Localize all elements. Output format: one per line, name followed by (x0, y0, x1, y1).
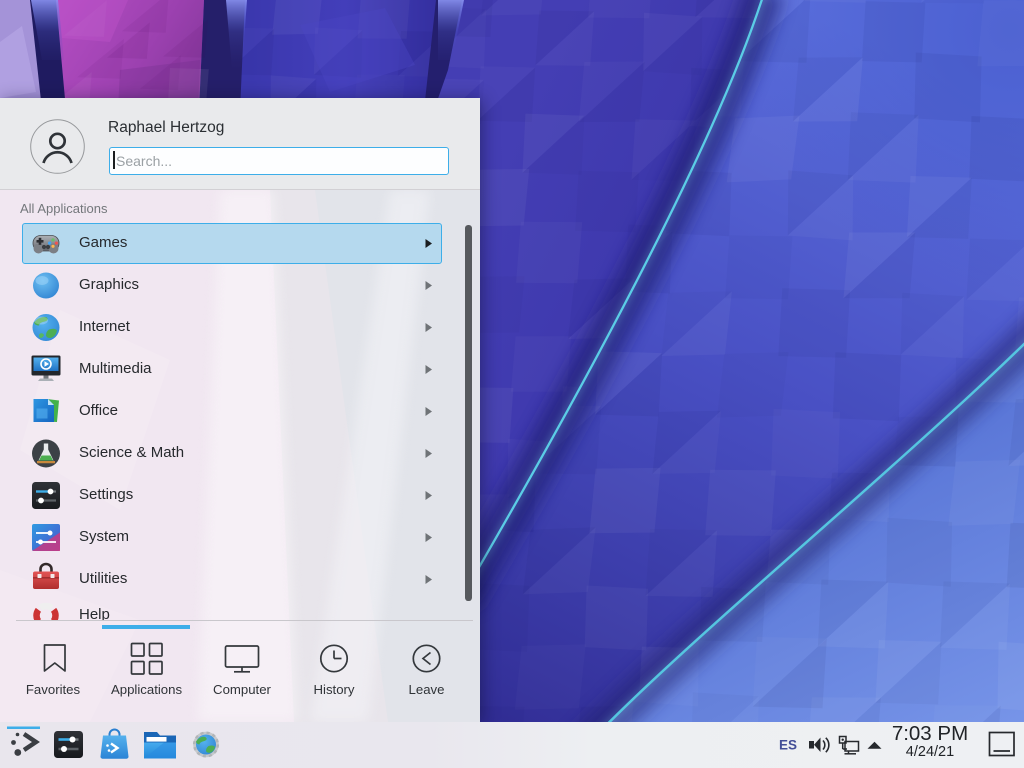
svg-text:ES: ES (779, 738, 797, 753)
